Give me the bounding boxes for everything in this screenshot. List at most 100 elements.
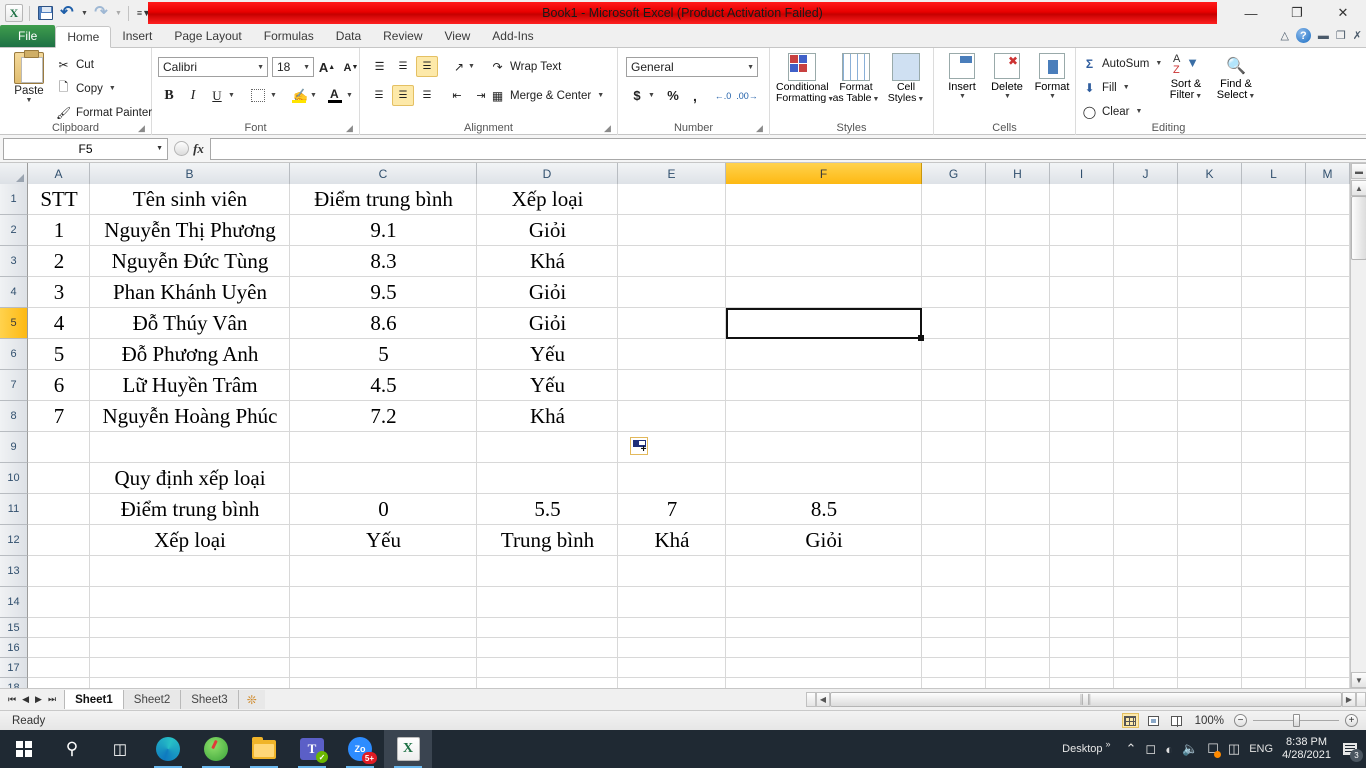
delete-cells-button[interactable]: ✖ Delete ▼	[986, 53, 1028, 100]
cell-I5[interactable]	[1050, 308, 1114, 339]
accounting-format-button[interactable]: $	[626, 85, 648, 106]
cell-L2[interactable]	[1242, 215, 1306, 246]
bottom-align-button[interactable]: ☰	[416, 56, 438, 77]
tab-insert[interactable]: Insert	[111, 25, 163, 47]
cell-I11[interactable]	[1050, 494, 1114, 525]
cell-D15[interactable]	[477, 618, 618, 638]
volume-icon[interactable]: 🔈	[1182, 741, 1198, 757]
tray-overflow-icon[interactable]: »	[1106, 739, 1111, 749]
cell-value-C6[interactable]: 5	[290, 339, 477, 370]
cell-E1[interactable]	[618, 184, 726, 215]
cell-value-B6[interactable]: Đỗ Phương Anh	[90, 339, 290, 370]
wrap-text-button[interactable]: ↷ Wrap Text	[490, 59, 561, 74]
cell-value-A1[interactable]: STT	[28, 184, 90, 215]
cell-K2[interactable]	[1178, 215, 1242, 246]
restore-button[interactable]: ❐	[1274, 0, 1320, 26]
row-header-3[interactable]: 3	[0, 246, 28, 277]
sheet-nav-buttons[interactable]: ⏮ ◀ ▶ ⏭	[0, 694, 64, 705]
redo-dropdown-icon[interactable]: ▼	[113, 3, 123, 23]
cell-A14[interactable]	[28, 587, 90, 618]
copy-dropdown-icon[interactable]: ▼	[109, 85, 116, 92]
row-header-16[interactable]: 16	[0, 638, 28, 658]
row-header-6[interactable]: 6	[0, 339, 28, 370]
cell-G10[interactable]	[922, 463, 986, 494]
sheet-tab-sheet2[interactable]: Sheet2	[122, 690, 181, 709]
cell-H10[interactable]	[986, 463, 1050, 494]
cell-A17[interactable]	[28, 658, 90, 678]
cell-H11[interactable]	[986, 494, 1050, 525]
cell-value-D4[interactable]: Giỏi	[477, 277, 618, 308]
cell-G7[interactable]	[922, 370, 986, 401]
cell-K12[interactable]	[1178, 525, 1242, 556]
alignment-dialog-launcher-icon[interactable]: ◢	[604, 124, 613, 133]
cell-E13[interactable]	[618, 556, 726, 587]
cell-value-E11[interactable]: 7	[618, 494, 726, 525]
cell-G11[interactable]	[922, 494, 986, 525]
cell-K1[interactable]	[1178, 184, 1242, 215]
cell-I4[interactable]	[1050, 277, 1114, 308]
cell-K10[interactable]	[1178, 463, 1242, 494]
cell-G6[interactable]	[922, 339, 986, 370]
cell-F2[interactable]	[726, 215, 922, 246]
cell-M2[interactable]	[1306, 215, 1350, 246]
cell-L5[interactable]	[1242, 308, 1306, 339]
redo-icon[interactable]: ↷	[91, 3, 111, 23]
cell-H17[interactable]	[986, 658, 1050, 678]
cell-I6[interactable]	[1050, 339, 1114, 370]
cell-M18[interactable]	[1306, 678, 1350, 688]
save-icon[interactable]	[35, 3, 55, 23]
cell-H18[interactable]	[986, 678, 1050, 688]
cell-A11[interactable]	[28, 494, 90, 525]
clock[interactable]: 8:38 PM 4/28/2021	[1282, 736, 1331, 762]
borders-button[interactable]	[247, 85, 269, 106]
cell-value-C8[interactable]: 7.2	[290, 401, 477, 432]
hscroll-split-handle[interactable]	[806, 691, 816, 707]
row-header-15[interactable]: 15	[0, 618, 28, 638]
cell-I7[interactable]	[1050, 370, 1114, 401]
last-sheet-icon[interactable]: ⏭	[48, 694, 56, 705]
cell-A10[interactable]	[28, 463, 90, 494]
cell-F4[interactable]	[726, 277, 922, 308]
row-header-14[interactable]: 14	[0, 587, 28, 618]
cell-H7[interactable]	[986, 370, 1050, 401]
cell-K8[interactable]	[1178, 401, 1242, 432]
cell-B18[interactable]	[90, 678, 290, 688]
cell-value-B2[interactable]: Nguyễn Thị Phương	[90, 215, 290, 246]
cell-L9[interactable]	[1242, 432, 1306, 463]
cell-G12[interactable]	[922, 525, 986, 556]
cell-value-D5[interactable]: Giỏi	[477, 308, 618, 339]
cell-value-B7[interactable]: Lữ Huyền Trâm	[90, 370, 290, 401]
close-window-icon[interactable]: ✗	[1353, 29, 1362, 42]
cell-value-B11[interactable]: Điểm trung bình	[90, 494, 290, 525]
copy-button[interactable]: 🗋 Copy ▼	[56, 80, 116, 96]
row-header-12[interactable]: 12	[0, 525, 28, 556]
font-name-input[interactable]: Calibri ▼	[158, 57, 268, 77]
select-all-corner[interactable]	[0, 163, 28, 184]
task-view-button[interactable]: ◫	[96, 730, 144, 768]
number-format-dropdown-icon[interactable]: ▼	[747, 64, 754, 71]
cell-E7[interactable]	[618, 370, 726, 401]
cell-H3[interactable]	[986, 246, 1050, 277]
cell-value-B12[interactable]: Xếp loại	[90, 525, 290, 556]
cell-value-C4[interactable]: 9.5	[290, 277, 477, 308]
format-painter-button[interactable]: 🖌 Format Painter	[56, 105, 152, 120]
row-header-13[interactable]: 13	[0, 556, 28, 587]
cell-F18[interactable]	[726, 678, 922, 688]
cell-value-D7[interactable]: Yếu	[477, 370, 618, 401]
cell-D13[interactable]	[477, 556, 618, 587]
camera-icon[interactable]: ◻	[1145, 741, 1156, 757]
cell-K9[interactable]	[1178, 432, 1242, 463]
cell-G5[interactable]	[922, 308, 986, 339]
cell-L12[interactable]	[1242, 525, 1306, 556]
zoom-slider-thumb[interactable]	[1293, 714, 1300, 727]
find-select-button[interactable]: 🔍 Find & Select▼	[1212, 53, 1260, 102]
vertical-scrollbar[interactable]: ▬ ▲ ▼	[1350, 163, 1366, 688]
cell-B17[interactable]	[90, 658, 290, 678]
cell-M11[interactable]	[1306, 494, 1350, 525]
cell-G4[interactable]	[922, 277, 986, 308]
paste-dropdown-icon[interactable]: ▼	[6, 97, 52, 104]
show-hidden-icons-button[interactable]: ⌃	[1126, 741, 1137, 757]
font-size-dropdown-icon[interactable]: ▼	[303, 64, 310, 71]
ribbon-tab-bar[interactable]: File Home Insert Page Layout Formulas Da…	[0, 25, 1366, 48]
row-header-4[interactable]: 4	[0, 277, 28, 308]
